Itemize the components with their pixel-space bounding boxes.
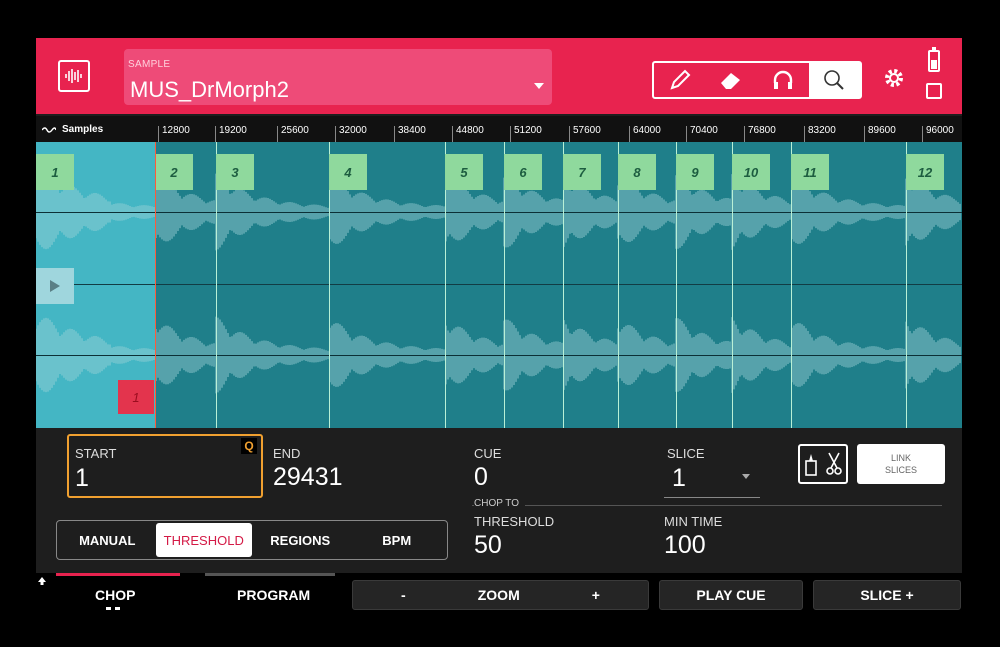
scissors-icon xyxy=(826,452,842,475)
slice-marker[interactable]: 12 xyxy=(906,154,944,190)
sample-selector[interactable]: SAMPLE MUS_DrMorph2 xyxy=(124,49,552,105)
slice-marker[interactable]: 4 xyxy=(329,154,367,190)
chop-mode-group: MANUAL THRESHOLD REGIONS BPM xyxy=(56,520,448,560)
play-cue-button[interactable]: PLAY CUE xyxy=(659,580,803,610)
cue-marker[interactable]: 1 xyxy=(118,380,154,414)
ruler-unit-label: Samples xyxy=(62,124,104,135)
ruler-tick: 25600 xyxy=(277,125,309,142)
mode-manual[interactable]: MANUAL xyxy=(59,523,156,557)
threshold-value[interactable]: 50 xyxy=(474,531,502,560)
slice-label: SLICE xyxy=(667,446,705,461)
link-slices-button[interactable]: LINK SLICES xyxy=(857,444,945,484)
min-time-value[interactable]: 100 xyxy=(664,531,706,560)
program-tab-indicator xyxy=(205,573,335,576)
battery-icon xyxy=(928,47,940,72)
ruler-tick: 70400 xyxy=(686,125,718,142)
chop-tab-indicator xyxy=(56,573,180,576)
sample-label: SAMPLE xyxy=(128,59,171,70)
slice-marker[interactable]: 6 xyxy=(504,154,542,190)
start-field[interactable]: START 1 Q xyxy=(67,434,263,498)
zoom-icon xyxy=(824,70,844,90)
link-slices-line1: LINK xyxy=(890,453,911,463)
mode-threshold[interactable]: THRESHOLD xyxy=(155,523,252,557)
headphones-tool-button[interactable] xyxy=(757,63,809,97)
pencil-icon xyxy=(670,69,691,90)
section-divider xyxy=(472,505,942,506)
shift-arrow-icon xyxy=(38,577,46,585)
cue-label: CUE xyxy=(474,446,502,461)
ruler-tick: 51200 xyxy=(510,125,542,142)
bottom-bar: CHOP PROGRAM - ZOOM + PLAY CUE SLICE + xyxy=(0,573,1000,647)
end-value[interactable]: 29431 xyxy=(273,463,343,492)
end-label: END xyxy=(273,446,301,461)
cue-line xyxy=(155,142,156,428)
slice-marker[interactable]: 10 xyxy=(732,154,770,190)
slice-marker[interactable]: 9 xyxy=(676,154,714,190)
sample-name: MUS_DrMorph2 xyxy=(130,77,289,102)
slice-marker[interactable]: 2 xyxy=(155,154,193,190)
ruler-tick: 32000 xyxy=(335,125,367,142)
quantize-badge[interactable]: Q xyxy=(241,438,257,454)
channel-divider xyxy=(36,284,962,285)
link-slices-line2: SLICES xyxy=(884,465,917,475)
header-bar: SAMPLE MUS_DrMorph2 xyxy=(36,38,962,114)
cue-value[interactable]: 0 xyxy=(474,463,488,492)
zoom-control: - ZOOM + xyxy=(352,580,649,610)
ruler-tick: 38400 xyxy=(394,125,426,142)
chop-controls: START 1 Q END 29431 CUE 0 SLICE 1 LINK S… xyxy=(36,428,962,573)
slice-marker[interactable]: 7 xyxy=(563,154,601,190)
eraser-icon xyxy=(721,73,741,89)
edit-tool-group xyxy=(652,61,862,99)
chevron-down-icon xyxy=(742,474,750,479)
slice-select[interactable]: 1 xyxy=(664,460,760,498)
zoom-out-button[interactable]: - xyxy=(401,587,406,603)
ruler-tick: 76800 xyxy=(744,125,776,142)
start-value: 1 xyxy=(75,464,89,492)
tab-chop[interactable]: CHOP xyxy=(95,587,135,603)
play-icon[interactable] xyxy=(36,268,74,304)
eraser-tool-button[interactable] xyxy=(706,63,758,97)
chip-icon xyxy=(926,83,942,99)
chevron-down-icon xyxy=(534,83,544,89)
start-label: START xyxy=(75,446,117,461)
mode-bpm[interactable]: BPM xyxy=(349,523,446,557)
mode-regions[interactable]: REGIONS xyxy=(252,523,349,557)
slice-marker[interactable]: 5 xyxy=(445,154,483,190)
ruler-unit: Samples xyxy=(42,124,103,135)
channel-center-line xyxy=(36,212,962,213)
waveform-icon xyxy=(42,126,56,133)
ruler-tick: 64000 xyxy=(629,125,661,142)
slice-marker[interactable]: 11 xyxy=(791,154,829,190)
tab-program[interactable]: PROGRAM xyxy=(237,587,310,603)
slice-value: 1 xyxy=(672,464,686,492)
zoom-tool-button[interactable] xyxy=(808,63,860,97)
threshold-label: THRESHOLD xyxy=(474,514,555,529)
ruler-tick: 89600 xyxy=(864,125,896,142)
slice-marker[interactable]: 3 xyxy=(216,154,254,190)
ruler-tick: 12800 xyxy=(158,125,190,142)
zoom-in-button[interactable]: + xyxy=(592,587,600,603)
slice-marker[interactable]: 1 xyxy=(36,154,74,190)
page-dots-icon xyxy=(106,607,120,610)
zoom-label: ZOOM xyxy=(477,587,520,603)
pencil-tool-button[interactable] xyxy=(654,63,706,97)
glue-icon xyxy=(805,454,817,476)
ruler-tick: 96000 xyxy=(922,125,954,142)
app-screen: SAMPLE MUS_DrMorph2 Samples 12800 19200 … xyxy=(36,38,962,573)
waveform-menu-icon[interactable] xyxy=(58,60,90,92)
ruler-tick: 57600 xyxy=(569,125,601,142)
waveform-display[interactable]: 1 2 3 4 5 6 7 8 9 10 11 12 1 xyxy=(36,142,962,428)
ruler-tick: 19200 xyxy=(215,125,247,142)
headphones-icon xyxy=(773,70,792,89)
slice-plus-button[interactable]: SLICE + xyxy=(813,580,961,610)
min-time-label: MIN TIME xyxy=(664,514,723,529)
glue-scissors-button[interactable] xyxy=(798,444,848,484)
ruler-tick: 44800 xyxy=(452,125,484,142)
slice-marker[interactable]: 8 xyxy=(618,154,656,190)
channel-center-line xyxy=(36,355,962,356)
sample-ruler: Samples 12800 19200 25600 32000 38400 44800 51… xyxy=(36,116,962,142)
ruler-tick: 83200 xyxy=(804,125,836,142)
chop-to-label: CHOP TO xyxy=(474,498,526,509)
gear-icon[interactable] xyxy=(882,66,906,95)
